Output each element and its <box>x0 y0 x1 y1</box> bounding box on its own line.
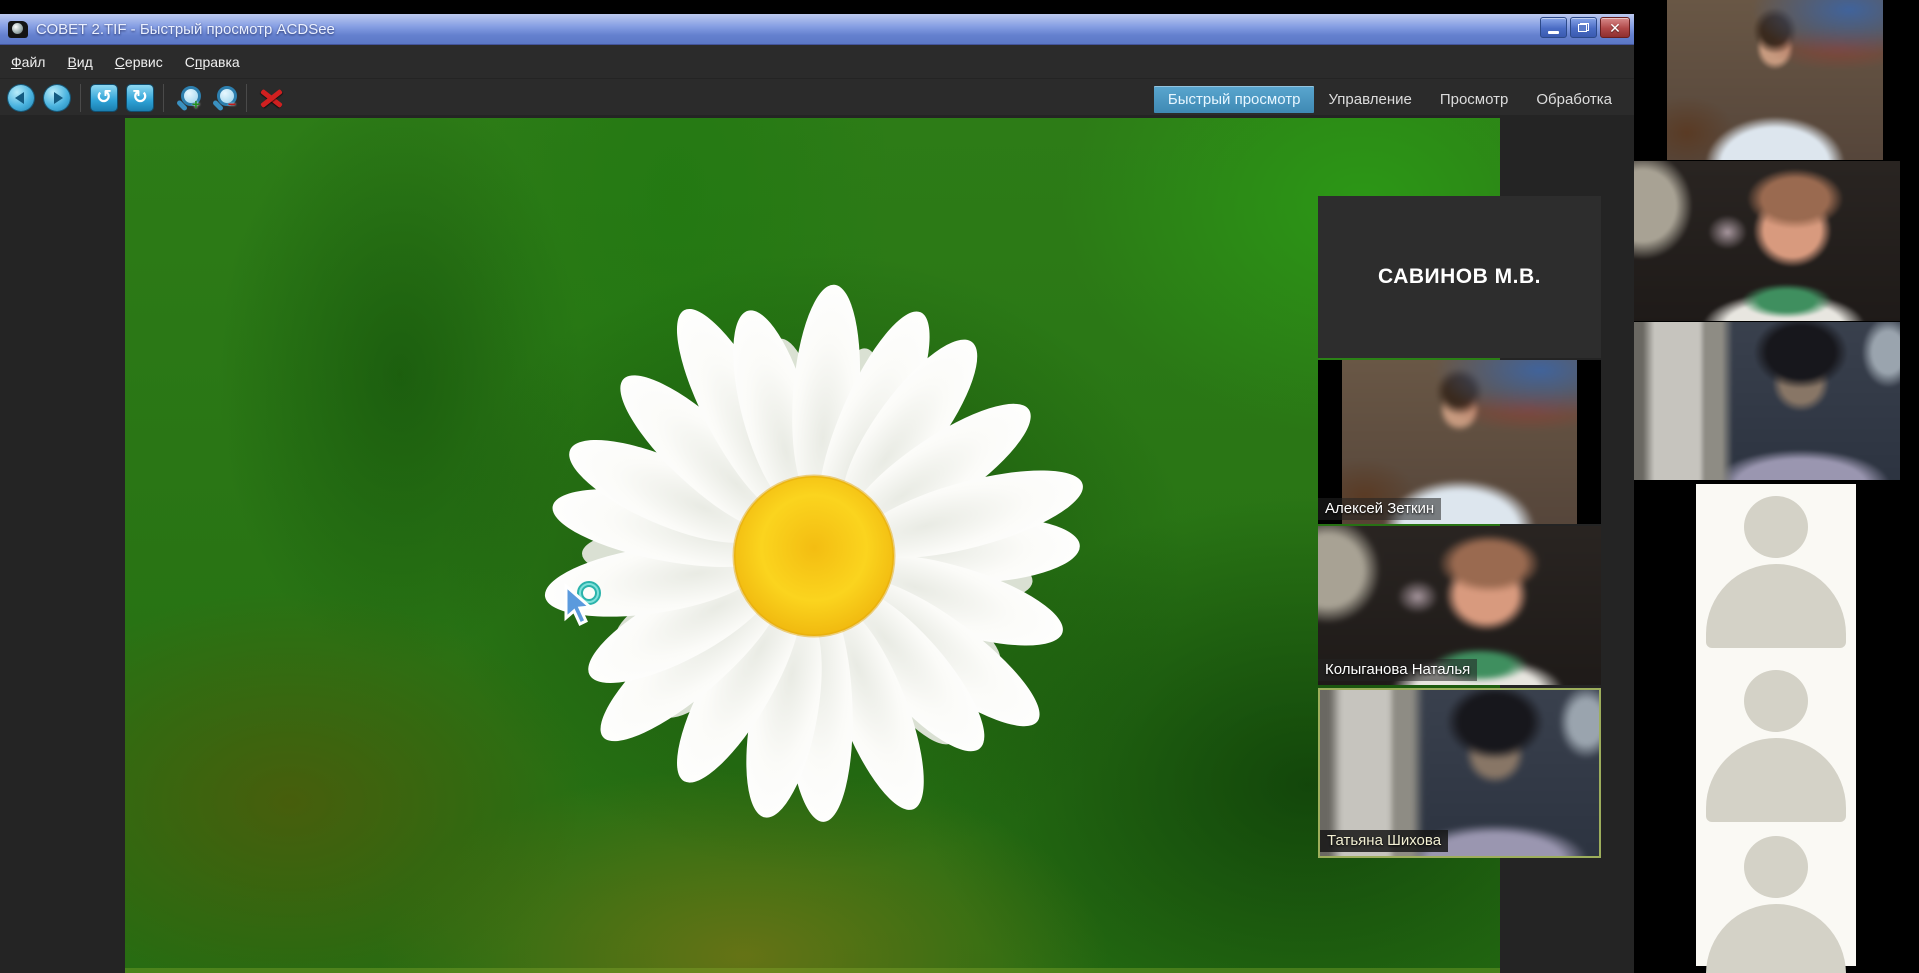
webcam-video <box>1667 0 1883 160</box>
menu-view[interactable]: Вид <box>56 50 103 74</box>
rotate-right-icon: ↻ <box>132 86 148 108</box>
delete-button[interactable] <box>257 85 285 111</box>
forward-icon <box>54 92 63 104</box>
forward-button[interactable] <box>44 85 70 111</box>
toolbar-rotate-group: ↺ ↻ <box>83 85 161 111</box>
avatar-placeholder-icon <box>1706 496 1846 648</box>
rotate-right-button[interactable]: ↻ <box>127 85 153 111</box>
title-bar[interactable]: СОВЕТ 2.TIF - Быстрый просмотр ACDSee ✕ <box>0 14 1634 45</box>
participants-list-strip <box>1696 484 1856 966</box>
daisy-flower <box>524 266 1104 846</box>
back-button[interactable] <box>8 85 34 111</box>
restore-icon <box>1578 23 1589 32</box>
window-title: СОВЕТ 2.TIF - Быстрый просмотр ACDSee <box>36 21 335 38</box>
mode-tabs: Быстрый просмотр Управление Просмотр Обр… <box>1154 85 1626 113</box>
menu-file[interactable]: Файл <box>0 50 56 74</box>
photo-edge <box>125 968 1500 973</box>
acdsee-app-icon <box>8 21 28 38</box>
toolbar-separator <box>246 84 247 112</box>
presenter-tile[interactable]: САВИНОВ М.В. <box>1318 196 1601 358</box>
minimize-button[interactable] <box>1540 17 1567 38</box>
tab-view[interactable]: Просмотр <box>1426 86 1523 113</box>
toolbar-delete-group <box>249 85 293 111</box>
zoom-out-button[interactable]: − <box>210 85 236 111</box>
side-feed-2[interactable] <box>1634 161 1900 321</box>
side-feed-1[interactable] <box>1667 0 1883 160</box>
toolbar: ↺ ↻ + − Быстрый просмотр Управление Прос… <box>0 78 1634 116</box>
mouse-cursor-busy <box>558 580 604 632</box>
window-controls: ✕ <box>1540 17 1630 38</box>
participant-name-label: Колыганова Наталья <box>1318 659 1477 681</box>
presenter-name: САВИНОВ М.В. <box>1378 265 1541 289</box>
webcam-video <box>1634 322 1900 480</box>
minimize-icon <box>1548 31 1559 34</box>
close-icon: ✕ <box>1609 21 1621 35</box>
side-video-column <box>1634 0 1919 973</box>
toolbar-nav-group <box>0 85 78 111</box>
participant-name-label: Алексей Зеткин <box>1318 498 1441 520</box>
close-button[interactable]: ✕ <box>1600 17 1630 38</box>
avatar-placeholder-icon <box>1706 836 1846 973</box>
photo-daisy[interactable] <box>125 118 1500 973</box>
zoom-in-button[interactable]: + <box>174 85 200 111</box>
rotate-left-button[interactable]: ↺ <box>91 85 117 111</box>
toolbar-separator <box>80 84 81 112</box>
participant-name-label: Татьяна Шихова <box>1320 830 1448 852</box>
participants-panel: САВИНОВ М.В. Алексей Зеткин Колыганова Н… <box>1318 196 1601 858</box>
toolbar-zoom-group: + − <box>166 85 244 111</box>
restore-button[interactable] <box>1570 17 1597 38</box>
participant-tile-2[interactable]: Колыганова Наталья <box>1318 526 1601 685</box>
participant-tile-3-active[interactable]: Татьяна Шихова <box>1318 688 1601 858</box>
tab-manage[interactable]: Управление <box>1314 86 1425 113</box>
screen: СОВЕТ 2.TIF - Быстрый просмотр ACDSee ✕ … <box>0 0 1919 973</box>
menu-tools[interactable]: Сервис <box>104 50 174 74</box>
tab-quick-view[interactable]: Быстрый просмотр <box>1154 86 1315 113</box>
webcam-video <box>1634 161 1900 321</box>
side-feed-3[interactable] <box>1634 322 1900 480</box>
back-icon <box>15 92 24 104</box>
avatar-placeholder-icon <box>1706 670 1846 822</box>
toolbar-separator <box>163 84 164 112</box>
menu-help[interactable]: Справка <box>174 50 251 74</box>
tab-edit[interactable]: Обработка <box>1522 86 1626 113</box>
participant-tile-1[interactable]: Алексей Зеткин <box>1318 360 1601 524</box>
menu-bar: Файл Вид Сервис Справка <box>0 45 1634 78</box>
rotate-left-icon: ↺ <box>96 86 112 108</box>
